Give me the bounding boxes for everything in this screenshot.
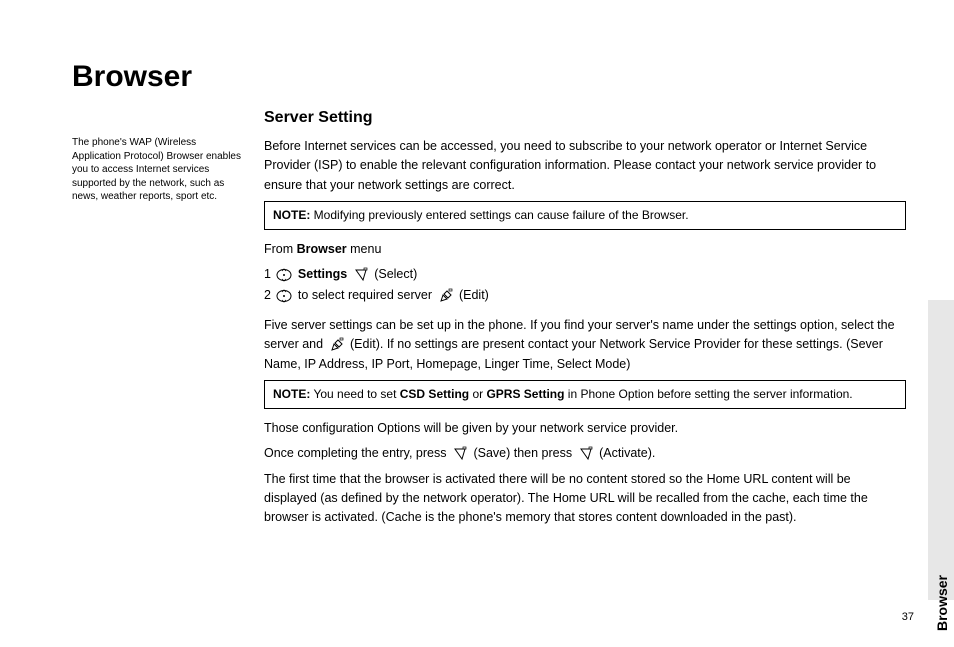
note-label: NOTE: — [273, 387, 310, 401]
softkey-icon — [452, 444, 468, 463]
step-1: 1 Settings (Select) — [264, 265, 906, 284]
side-tab — [928, 300, 954, 600]
content-columns: The phone's WAP (Wireless Application Pr… — [72, 106, 906, 534]
para4-c: (Activate). — [599, 446, 655, 460]
softkey-icon — [578, 444, 594, 463]
intro-paragraph: Before Internet services can be accessed… — [264, 137, 906, 195]
note-box-2: NOTE: You need to set CSD Setting or GPR… — [264, 380, 906, 409]
step-label: Settings — [298, 267, 347, 281]
paragraph-4: Once completing the entry, press (Save) … — [264, 444, 906, 463]
note-label: NOTE: — [273, 208, 310, 222]
softkey-icon — [353, 265, 369, 284]
para2-b: (Edit). If no settings are present conta… — [264, 337, 883, 370]
step-action: (Edit) — [459, 288, 489, 302]
para4-a: Once completing the entry, press — [264, 446, 450, 460]
paragraph-2: Five server settings can be set up in th… — [264, 316, 906, 374]
chapter-title: Browser — [72, 60, 906, 94]
note-text: Modifying previously entered settings ca… — [310, 208, 688, 222]
step-text: to select required server — [298, 288, 432, 302]
para4-b: (Save) then press — [473, 446, 575, 460]
note2-d: GPRS Setting — [486, 387, 564, 401]
paragraph-5: The first time that the browser is activ… — [264, 470, 906, 528]
nav-icon — [276, 287, 292, 306]
nav-icon — [276, 265, 292, 284]
note2-b: CSD Setting — [400, 387, 469, 401]
page: Browser The phone's WAP (Wireless Applic… — [0, 0, 954, 647]
main-content: Server Setting Before Internet services … — [264, 106, 906, 534]
side-tab-label: Browser — [934, 575, 950, 631]
step-2: 2 to select required server (Edit) — [264, 286, 906, 305]
note2-e: in Phone Option before setting the serve… — [564, 387, 852, 401]
note2-c: or — [469, 387, 486, 401]
edit-icon — [438, 287, 454, 306]
sidebar-note: The phone's WAP (Wireless Application Pr… — [72, 106, 244, 534]
edit-icon — [329, 335, 345, 354]
note-box-1: NOTE: Modifying previously entered setti… — [264, 201, 906, 230]
step-number: 1 — [264, 267, 271, 281]
step-number: 2 — [264, 288, 271, 302]
section-title: Server Setting — [264, 106, 906, 131]
paragraph-3: Those configuration Options will be give… — [264, 419, 906, 438]
page-number: 37 — [902, 611, 914, 623]
from-menu-suffix: menu — [347, 242, 382, 256]
from-menu-line: From Browser menu — [264, 240, 906, 259]
from-menu-prefix: From — [264, 242, 297, 256]
step-action: (Select) — [374, 267, 417, 281]
from-menu-bold: Browser — [297, 242, 347, 256]
note2-a: You need to set — [310, 387, 399, 401]
